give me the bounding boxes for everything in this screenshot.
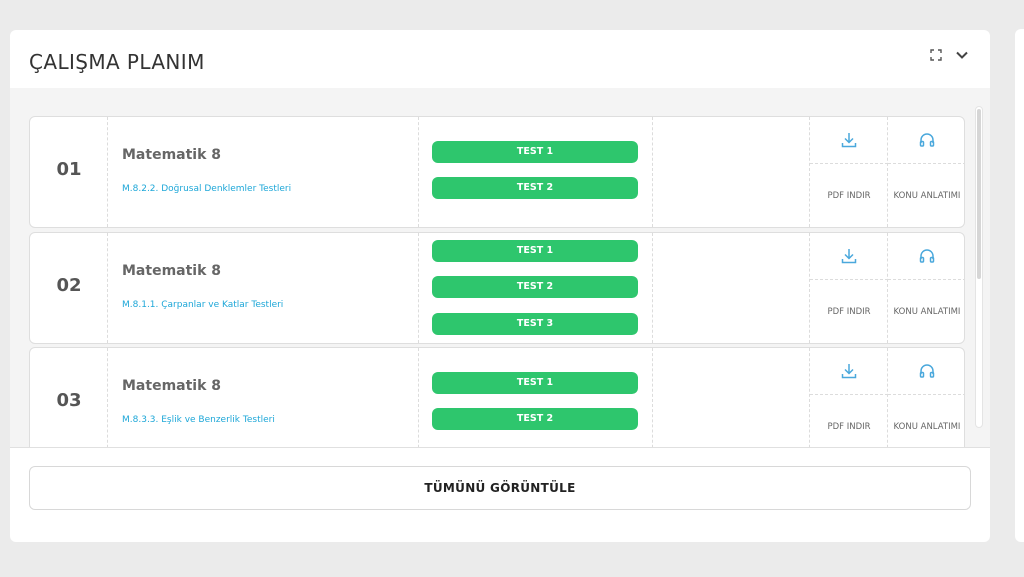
divider: [888, 163, 964, 164]
test-button[interactable]: TEST 3: [432, 313, 638, 335]
divider: [888, 394, 964, 395]
row-title-cell: Matematik 8 M.8.2.2. Doğrusal Denklemler…: [108, 117, 419, 227]
test-button[interactable]: TEST 1: [432, 141, 638, 163]
divider: [888, 279, 964, 280]
scrollbar-thumb[interactable]: [977, 109, 981, 279]
chevron-down-icon[interactable]: [954, 47, 970, 63]
test-button[interactable]: TEST 2: [432, 177, 638, 199]
row-number: 01: [56, 159, 82, 180]
topic-link[interactable]: M.8.3.3. Eşlik ve Benzerlik Testleri: [122, 415, 275, 425]
study-row: 02 Matematik 8 M.8.1.1. Çarpanlar ve Kat…: [29, 232, 965, 344]
pdf-download-label[interactable]: PDF İNDİR: [810, 422, 888, 432]
pdf-download-label[interactable]: PDF İNDİR: [810, 191, 888, 201]
subject-name: Matematik 8: [122, 378, 222, 394]
empty-cell: [653, 117, 810, 227]
study-plan-panel: ÇALIŞMA PLANIM 01 Matematik 8 M.8.2.2. D…: [10, 30, 990, 542]
test-button[interactable]: TEST 2: [432, 276, 638, 298]
lecture-cell[interactable]: KONU ANLATIMI: [888, 117, 964, 227]
study-row: 03 Matematik 8 M.8.3.3. Eşlik ve Benzerl…: [29, 347, 965, 447]
background-card-right: [1015, 29, 1024, 542]
divider: [810, 279, 888, 280]
pdf-download-cell[interactable]: PDF İNDİR: [810, 348, 888, 447]
row-title-cell: Matematik 8 M.8.1.1. Çarpanlar ve Katlar…: [108, 233, 419, 343]
pdf-download-label[interactable]: PDF İNDİR: [810, 307, 888, 317]
lecture-cell[interactable]: KONU ANLATIMI: [888, 233, 964, 343]
panel-header: ÇALIŞMA PLANIM: [10, 30, 990, 88]
study-row: 01 Matematik 8 M.8.2.2. Doğrusal Denklem…: [29, 116, 965, 228]
pdf-download-cell[interactable]: PDF İNDİR: [810, 117, 888, 227]
lecture-cell[interactable]: KONU ANLATIMI: [888, 348, 964, 447]
empty-cell: [653, 233, 810, 343]
row-number-cell: 02: [30, 233, 108, 343]
row-number: 03: [56, 390, 82, 411]
lecture-label[interactable]: KONU ANLATIMI: [888, 307, 964, 317]
topic-link[interactable]: M.8.2.2. Doğrusal Denklemler Testleri: [122, 184, 291, 194]
tests-cell: TEST 1 TEST 2 TEST 3: [419, 233, 653, 343]
divider: [810, 163, 888, 164]
study-plan-list: 01 Matematik 8 M.8.2.2. Doğrusal Denklem…: [10, 88, 990, 448]
panel-title: ÇALIŞMA PLANIM: [29, 50, 205, 74]
test-button[interactable]: TEST 2: [432, 408, 638, 430]
row-number-cell: 03: [30, 348, 108, 447]
lecture-label[interactable]: KONU ANLATIMI: [888, 422, 964, 432]
row-title-cell: Matematik 8 M.8.3.3. Eşlik ve Benzerlik …: [108, 348, 419, 447]
topic-link[interactable]: M.8.1.1. Çarpanlar ve Katlar Testleri: [122, 300, 283, 310]
pdf-download-cell[interactable]: PDF İNDİR: [810, 233, 888, 343]
row-number-cell: 01: [30, 117, 108, 227]
test-button[interactable]: TEST 1: [432, 240, 638, 262]
test-button[interactable]: TEST 1: [432, 372, 638, 394]
download-icon[interactable]: [810, 362, 888, 380]
fullscreen-icon[interactable]: [928, 47, 944, 63]
divider: [810, 394, 888, 395]
download-icon[interactable]: [810, 247, 888, 265]
lecture-label[interactable]: KONU ANLATIMI: [888, 191, 964, 201]
row-number: 02: [56, 275, 82, 296]
headphones-icon[interactable]: [888, 362, 964, 380]
list-scrollbar[interactable]: [975, 106, 983, 428]
view-all-button[interactable]: TÜMÜNÜ GÖRÜNTÜLE: [29, 466, 971, 510]
headphones-icon[interactable]: [888, 247, 964, 265]
tests-cell: TEST 1 TEST 2: [419, 348, 653, 447]
subject-name: Matematik 8: [122, 147, 222, 163]
headphones-icon[interactable]: [888, 131, 964, 149]
tests-cell: TEST 1 TEST 2: [419, 117, 653, 227]
download-icon[interactable]: [810, 131, 888, 149]
empty-cell: [653, 348, 810, 447]
subject-name: Matematik 8: [122, 263, 222, 279]
